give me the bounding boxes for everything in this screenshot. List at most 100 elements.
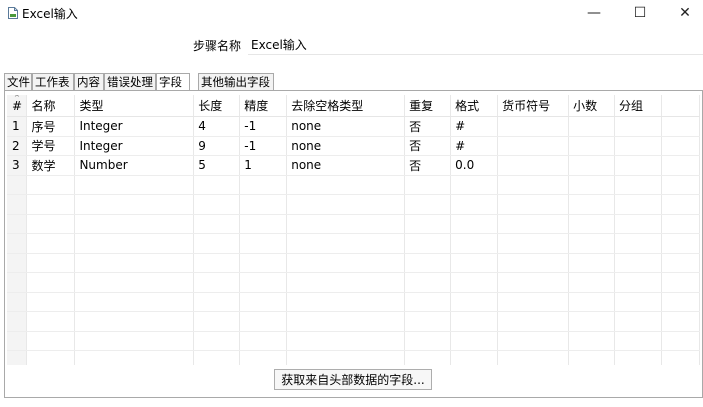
cell-name[interactable] xyxy=(26,272,76,293)
cell-grouping[interactable] xyxy=(614,272,662,293)
cell-trim-type[interactable] xyxy=(286,233,406,254)
cell-repeat[interactable] xyxy=(404,292,452,312)
cell-currency[interactable] xyxy=(497,214,570,234)
cell-name[interactable] xyxy=(26,331,76,351)
cell-name[interactable] xyxy=(26,194,76,215)
cell-precision[interactable] xyxy=(239,311,288,332)
cell-repeat[interactable] xyxy=(404,311,452,332)
cell-length[interactable]: 9 xyxy=(193,136,241,156)
empty-table-row[interactable] xyxy=(7,175,700,195)
column-header-precision[interactable]: 精度 xyxy=(239,95,288,117)
cell-decimal[interactable] xyxy=(568,253,616,273)
cell-empty[interactable] xyxy=(661,194,700,215)
cell-currency[interactable] xyxy=(497,350,570,365)
cell-empty[interactable] xyxy=(661,253,700,273)
cell-index[interactable]: 3 xyxy=(7,155,28,176)
cell-index[interactable] xyxy=(7,175,28,195)
cell-name[interactable] xyxy=(26,233,76,254)
column-header-repeat[interactable]: 重复 xyxy=(404,95,452,117)
tab-other-output-fields[interactable]: 其他输出字段 xyxy=(198,73,274,90)
cell-name[interactable] xyxy=(26,253,76,273)
cell-currency[interactable] xyxy=(497,175,570,195)
cell-precision[interactable] xyxy=(239,194,288,215)
cell-trim-type[interactable]: none xyxy=(286,136,406,156)
cell-name[interactable] xyxy=(26,350,76,365)
cell-type[interactable] xyxy=(74,253,195,273)
cell-precision[interactable]: -1 xyxy=(239,116,288,137)
empty-table-row[interactable] xyxy=(7,214,700,234)
cell-repeat[interactable] xyxy=(404,272,452,293)
cell-format[interactable]: # xyxy=(450,116,499,137)
cell-empty[interactable] xyxy=(661,116,700,137)
cell-precision[interactable] xyxy=(239,253,288,273)
cell-type[interactable] xyxy=(74,233,195,254)
cell-name[interactable]: 数学 xyxy=(26,155,76,176)
table-row[interactable]: 2 学号 Integer 9 -1 none 否 # xyxy=(7,136,700,156)
cell-length[interactable] xyxy=(193,331,241,351)
cell-precision[interactable] xyxy=(239,175,288,195)
cell-decimal[interactable] xyxy=(568,175,616,195)
column-header-index[interactable]: ^ # xyxy=(7,95,28,117)
cell-name[interactable] xyxy=(26,292,76,312)
cell-grouping[interactable] xyxy=(614,233,662,254)
close-button[interactable]: ✕ xyxy=(662,0,703,26)
cell-format[interactable] xyxy=(450,253,499,273)
cell-precision[interactable] xyxy=(239,272,288,293)
cell-name[interactable] xyxy=(26,214,76,234)
cell-format[interactable] xyxy=(450,175,499,195)
cell-index[interactable] xyxy=(7,292,28,312)
table-row[interactable]: 1 序号 Integer 4 -1 none 否 # xyxy=(7,116,700,137)
cell-index[interactable] xyxy=(7,350,28,365)
cell-format[interactable] xyxy=(450,214,499,234)
cell-empty[interactable] xyxy=(661,292,700,312)
maximize-button[interactable]: ☐ xyxy=(617,0,663,26)
cell-precision[interactable] xyxy=(239,214,288,234)
cell-currency[interactable] xyxy=(497,292,570,312)
cell-length[interactable] xyxy=(193,214,241,234)
cell-empty[interactable] xyxy=(661,331,700,351)
cell-repeat[interactable] xyxy=(404,194,452,215)
cell-precision[interactable]: 1 xyxy=(239,155,288,176)
cell-trim-type[interactable] xyxy=(286,311,406,332)
cell-decimal[interactable] xyxy=(568,116,616,137)
cell-currency[interactable] xyxy=(497,331,570,351)
cell-name[interactable] xyxy=(26,311,76,332)
cell-empty[interactable] xyxy=(661,233,700,254)
cell-repeat[interactable] xyxy=(404,253,452,273)
cell-decimal[interactable] xyxy=(568,233,616,254)
cell-format[interactable] xyxy=(450,292,499,312)
step-name-input[interactable] xyxy=(248,35,703,55)
cell-length[interactable] xyxy=(193,253,241,273)
tab-fields[interactable]: 字段 xyxy=(156,73,190,91)
cell-index[interactable] xyxy=(7,331,28,351)
cell-decimal[interactable] xyxy=(568,194,616,215)
cell-index[interactable]: 2 xyxy=(7,136,28,156)
cell-grouping[interactable] xyxy=(614,214,662,234)
tab-error-handling[interactable]: 错误处理 xyxy=(104,73,156,90)
cell-precision[interactable] xyxy=(239,331,288,351)
tab-file[interactable]: 文件 xyxy=(4,73,32,90)
cell-repeat[interactable] xyxy=(404,214,452,234)
cell-format[interactable]: # xyxy=(450,136,499,156)
cell-length[interactable] xyxy=(193,175,241,195)
cell-empty[interactable] xyxy=(661,214,700,234)
cell-type[interactable] xyxy=(74,350,195,365)
table-row[interactable]: 3 数学 Number 5 1 none 否 0.0 xyxy=(7,155,700,176)
cell-index[interactable]: 1 xyxy=(7,116,28,137)
cell-trim-type[interactable] xyxy=(286,350,406,365)
cell-trim-type[interactable] xyxy=(286,331,406,351)
cell-trim-type[interactable]: none xyxy=(286,155,406,176)
cell-type[interactable] xyxy=(74,175,195,195)
cell-grouping[interactable] xyxy=(614,350,662,365)
cell-type[interactable] xyxy=(74,214,195,234)
cell-trim-type[interactable] xyxy=(286,272,406,293)
column-header-grouping[interactable]: 分组 xyxy=(614,95,662,117)
cell-empty[interactable] xyxy=(661,272,700,293)
empty-table-row[interactable] xyxy=(7,272,700,293)
column-header-name[interactable]: 名称 xyxy=(26,95,76,117)
cell-name[interactable]: 学号 xyxy=(26,136,76,156)
cell-format[interactable] xyxy=(450,233,499,254)
cell-grouping[interactable] xyxy=(614,194,662,215)
cell-grouping[interactable] xyxy=(614,175,662,195)
cell-repeat[interactable]: 否 xyxy=(404,116,452,137)
